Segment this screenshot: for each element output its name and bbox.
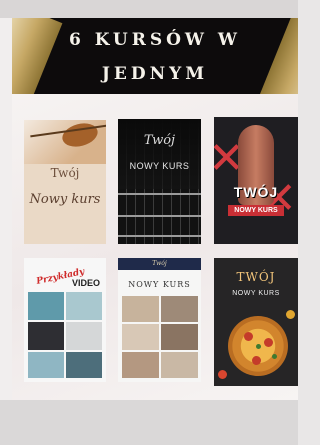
title-banner: 6 KURSÓW W JEDNYM: [12, 18, 298, 94]
card-title: Twój: [143, 133, 176, 148]
course-card-video: Przykłady VIDEO: [24, 258, 106, 382]
card-title: Twój: [50, 166, 80, 180]
tomato-icon: [218, 370, 227, 379]
card-title: TWÓJ: [233, 184, 279, 200]
bottom-strip: [0, 400, 298, 445]
video-thumb: [66, 352, 102, 378]
guitar-shadow: [118, 119, 201, 189]
herb-icon: [272, 354, 277, 359]
photo-tile: [122, 352, 159, 378]
card-subtitle: NOWY KURS: [228, 205, 284, 216]
card-subtitle: NOWY KURS: [128, 280, 191, 289]
photo-tile: [161, 352, 198, 378]
top-strip: [0, 0, 298, 18]
fret-line: [118, 235, 201, 237]
fret-line: [118, 215, 201, 217]
photo-tile: [122, 324, 159, 350]
pepper-icon: [286, 310, 295, 319]
video-thumb: [66, 322, 102, 350]
banner-title-line-2: JEDNYM: [101, 64, 209, 84]
card-title: TWÓJ: [236, 270, 276, 284]
card-subtitle: Nowy kurs: [29, 192, 101, 207]
fret-line: [118, 193, 201, 195]
card-subtitle: NOWY KURS: [129, 161, 190, 171]
course-card-guitar: Twój NOWY KURS: [118, 119, 201, 244]
video-thumb: [28, 322, 64, 350]
photo-tile: [161, 324, 198, 350]
tomato-icon: [264, 338, 273, 347]
card-title: Twój: [152, 260, 167, 267]
photo-tile: [161, 296, 198, 322]
course-card-fitness: ✕ ✕ TWÓJ NOWY KURS: [214, 117, 298, 244]
tomato-icon: [252, 356, 261, 365]
course-card-kitchen: Twój NOWY KURS: [118, 258, 201, 382]
card-subtitle: NOWY KURS: [232, 290, 280, 297]
card-subtitle: VIDEO: [72, 278, 101, 288]
tomato-icon: [244, 332, 253, 341]
course-card-violin: Twój Nowy kurs: [24, 120, 106, 244]
photo-tile: [122, 296, 159, 322]
course-card-pizza: TWÓJ NOWY KURS: [214, 258, 298, 386]
video-thumb: [28, 292, 64, 320]
video-thumb: [66, 292, 102, 320]
video-thumb: [28, 352, 64, 378]
page: 6 KURSÓW W JEDNYM Twój Nowy kurs Twój NO…: [0, 0, 298, 445]
herb-icon: [256, 344, 261, 349]
banner-title-line-1: 6 KURSÓW W: [68, 30, 242, 50]
